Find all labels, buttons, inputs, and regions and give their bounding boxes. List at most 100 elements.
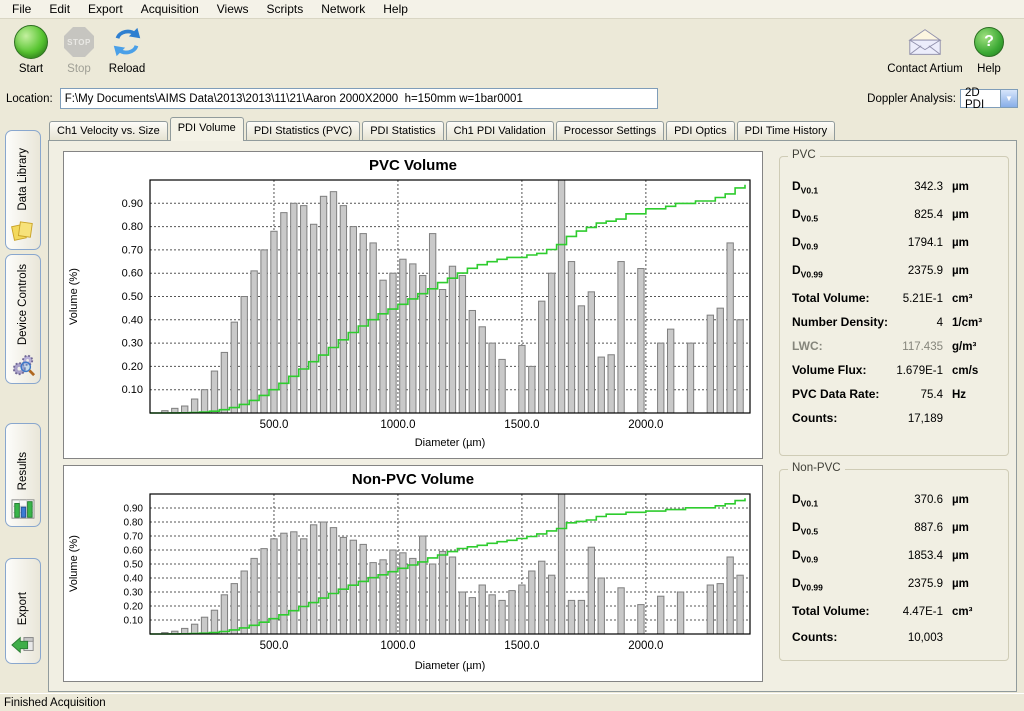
stats-panel-nonpvc: Non-PVC DV0.1370.6µmDV0.5887.6µmDV0.9185… xyxy=(779,469,1009,661)
tab-pdi-statistics[interactable]: PDI Statistics xyxy=(362,121,443,140)
svg-text:0.60: 0.60 xyxy=(122,268,143,280)
x-axis-label: Diameter (µm) xyxy=(150,660,750,672)
svg-text:0.80: 0.80 xyxy=(122,221,143,233)
svg-text:0.40: 0.40 xyxy=(122,314,143,326)
start-button[interactable]: Start xyxy=(8,23,54,75)
stop-label: Stop xyxy=(56,63,102,75)
tab-ch1-pdi-validation[interactable]: Ch1 PDI Validation xyxy=(446,121,554,140)
svg-text:0.10: 0.10 xyxy=(122,384,143,396)
help-label: Help xyxy=(966,63,1012,75)
sidebar-item-label: Results xyxy=(17,452,29,490)
svg-text:0.60: 0.60 xyxy=(124,546,144,557)
sidebar: Data Library Device Controls Results xyxy=(0,115,46,692)
stat-row: DV0.1342.3µm xyxy=(780,179,1008,207)
svg-text:0.30: 0.30 xyxy=(124,588,144,599)
tab-pdi-volume[interactable]: PDI Volume xyxy=(170,117,244,141)
svg-text:1500.0: 1500.0 xyxy=(504,640,539,652)
sidebar-item-label: Export xyxy=(17,592,29,625)
stat-row: LWC:117.435g/m³ xyxy=(780,339,1008,363)
svg-text:0.50: 0.50 xyxy=(124,560,144,571)
stop-icon: STOP xyxy=(64,27,94,57)
menu-item-scripts[interactable]: Scripts xyxy=(258,0,313,18)
help-button[interactable]: ? Help xyxy=(966,23,1012,75)
menu-item-network[interactable]: Network xyxy=(312,0,374,18)
tab-bar: Ch1 Velocity vs. SizePDI VolumePDI Stati… xyxy=(49,118,837,140)
svg-text:500.0: 500.0 xyxy=(260,640,289,652)
help-icon: ? xyxy=(974,27,1004,57)
start-icon xyxy=(14,25,48,59)
y-axis-label: Volume (%) xyxy=(68,180,80,413)
nonpvc-chart-canvas: 0.100.200.300.400.500.600.700.800.90500.… xyxy=(64,466,762,681)
sidebar-item-label: Data Library xyxy=(17,148,29,211)
stop-button[interactable]: STOP Stop xyxy=(56,23,102,75)
sidebar-item-device-controls[interactable]: Device Controls xyxy=(5,254,41,384)
pvc-volume-chart: 0.100.200.300.400.500.600.700.800.90500.… xyxy=(63,151,763,459)
svg-text:0.50: 0.50 xyxy=(122,291,143,303)
doppler-analysis-value: 2D PDI xyxy=(961,87,1000,111)
location-row: Location: Doppler Analysis: 2D PDI ▼ xyxy=(0,85,1024,112)
chevron-down-icon[interactable]: ▼ xyxy=(1000,90,1017,107)
nonpvc-volume-chart: 0.100.200.300.400.500.600.700.800.90500.… xyxy=(63,465,763,682)
svg-text:2000.0: 2000.0 xyxy=(628,640,663,652)
menu-item-acquisition[interactable]: Acquisition xyxy=(132,0,208,18)
stat-row: DV0.992375.9µm xyxy=(780,263,1008,291)
group-title: PVC xyxy=(788,149,820,161)
menu-bar: FileEditExportAcquisitionViewsScriptsNet… xyxy=(0,0,1024,19)
export-arrow-icon xyxy=(10,633,36,657)
reload-label: Reload xyxy=(104,63,150,75)
stat-row: DV0.91853.4µm xyxy=(780,548,1008,576)
sidebar-item-results[interactable]: Results xyxy=(5,423,41,527)
stat-row: DV0.91794.1µm xyxy=(780,235,1008,263)
status-text: Finished Acquisition xyxy=(4,697,106,709)
bar-chart-icon xyxy=(11,498,35,520)
menu-item-file[interactable]: File xyxy=(3,0,40,18)
toolbar: Start STOP Stop Reload xyxy=(0,20,1024,84)
contact-artium-button[interactable]: Contact Artium xyxy=(886,23,964,75)
start-label: Start xyxy=(8,63,54,75)
stat-row: DV0.5825.4µm xyxy=(780,207,1008,235)
tab-ch1-velocity-vs-size[interactable]: Ch1 Velocity vs. Size xyxy=(49,121,168,140)
sidebar-item-label: Device Controls xyxy=(17,264,29,345)
svg-text:2000.0: 2000.0 xyxy=(628,419,663,431)
svg-text:0.20: 0.20 xyxy=(124,602,144,613)
menu-item-edit[interactable]: Edit xyxy=(40,0,79,18)
svg-text:0.70: 0.70 xyxy=(124,532,144,543)
status-bar: Finished Acquisition xyxy=(0,693,1024,711)
stat-row: DV0.992375.9µm xyxy=(780,576,1008,604)
folders-icon xyxy=(10,219,36,243)
menu-item-views[interactable]: Views xyxy=(208,0,258,18)
svg-text:0.90: 0.90 xyxy=(124,504,144,515)
contact-artium-label: Contact Artium xyxy=(886,63,964,75)
svg-text:0.80: 0.80 xyxy=(124,518,144,529)
stat-row: DV0.5887.6µm xyxy=(780,520,1008,548)
pdi-volume-tab-panel: 0.10 0.20 0.30 0.40 0.50 0.60 0.70 0.80 0.90 500.… xyxy=(48,140,1017,692)
location-input[interactable] xyxy=(60,88,658,109)
doppler-analysis-select[interactable]: 2D PDI ▼ xyxy=(960,89,1018,108)
svg-text:1500.0: 1500.0 xyxy=(504,419,539,431)
group-title: Non-PVC xyxy=(788,462,845,474)
pvc-chart-canvas: 0.100.200.300.400.500.600.700.800.90500.… xyxy=(64,152,762,458)
gears-icon xyxy=(11,353,35,377)
reload-button[interactable]: Reload xyxy=(104,23,150,75)
stat-row: Counts:10,003 xyxy=(780,630,1008,656)
tab-pdi-optics[interactable]: PDI Optics xyxy=(666,121,735,140)
menu-item-help[interactable]: Help xyxy=(374,0,417,18)
location-label: Location: xyxy=(6,93,53,105)
tab-processor-settings[interactable]: Processor Settings xyxy=(556,121,664,140)
svg-text:0.10: 0.10 xyxy=(124,616,144,627)
stat-row: Number Density:41/cm³ xyxy=(780,315,1008,339)
tab-pdi-time-history[interactable]: PDI Time History xyxy=(737,121,836,140)
svg-text:0.30: 0.30 xyxy=(122,338,143,350)
stat-row: PVC Data Rate:75.4Hz xyxy=(780,387,1008,411)
stat-row: Volume Flux:1.679E-1cm/s xyxy=(780,363,1008,387)
tab-pdi-statistics-pvc-[interactable]: PDI Statistics (PVC) xyxy=(246,121,360,140)
stat-row: Total Volume:4.47E-1cm³ xyxy=(780,604,1008,630)
svg-text:0.90: 0.90 xyxy=(122,198,143,210)
svg-text:0.70: 0.70 xyxy=(122,244,143,256)
sidebar-item-data-library[interactable]: Data Library xyxy=(5,130,41,250)
chart-title: Non-PVC Volume xyxy=(64,471,762,488)
stat-row: DV0.1370.6µm xyxy=(780,492,1008,520)
stats-panel-pvc: PVC DV0.1342.3µmDV0.5825.4µmDV0.91794.1µ… xyxy=(779,156,1009,456)
sidebar-item-export[interactable]: Export xyxy=(5,558,41,664)
menu-item-export[interactable]: Export xyxy=(79,0,132,18)
